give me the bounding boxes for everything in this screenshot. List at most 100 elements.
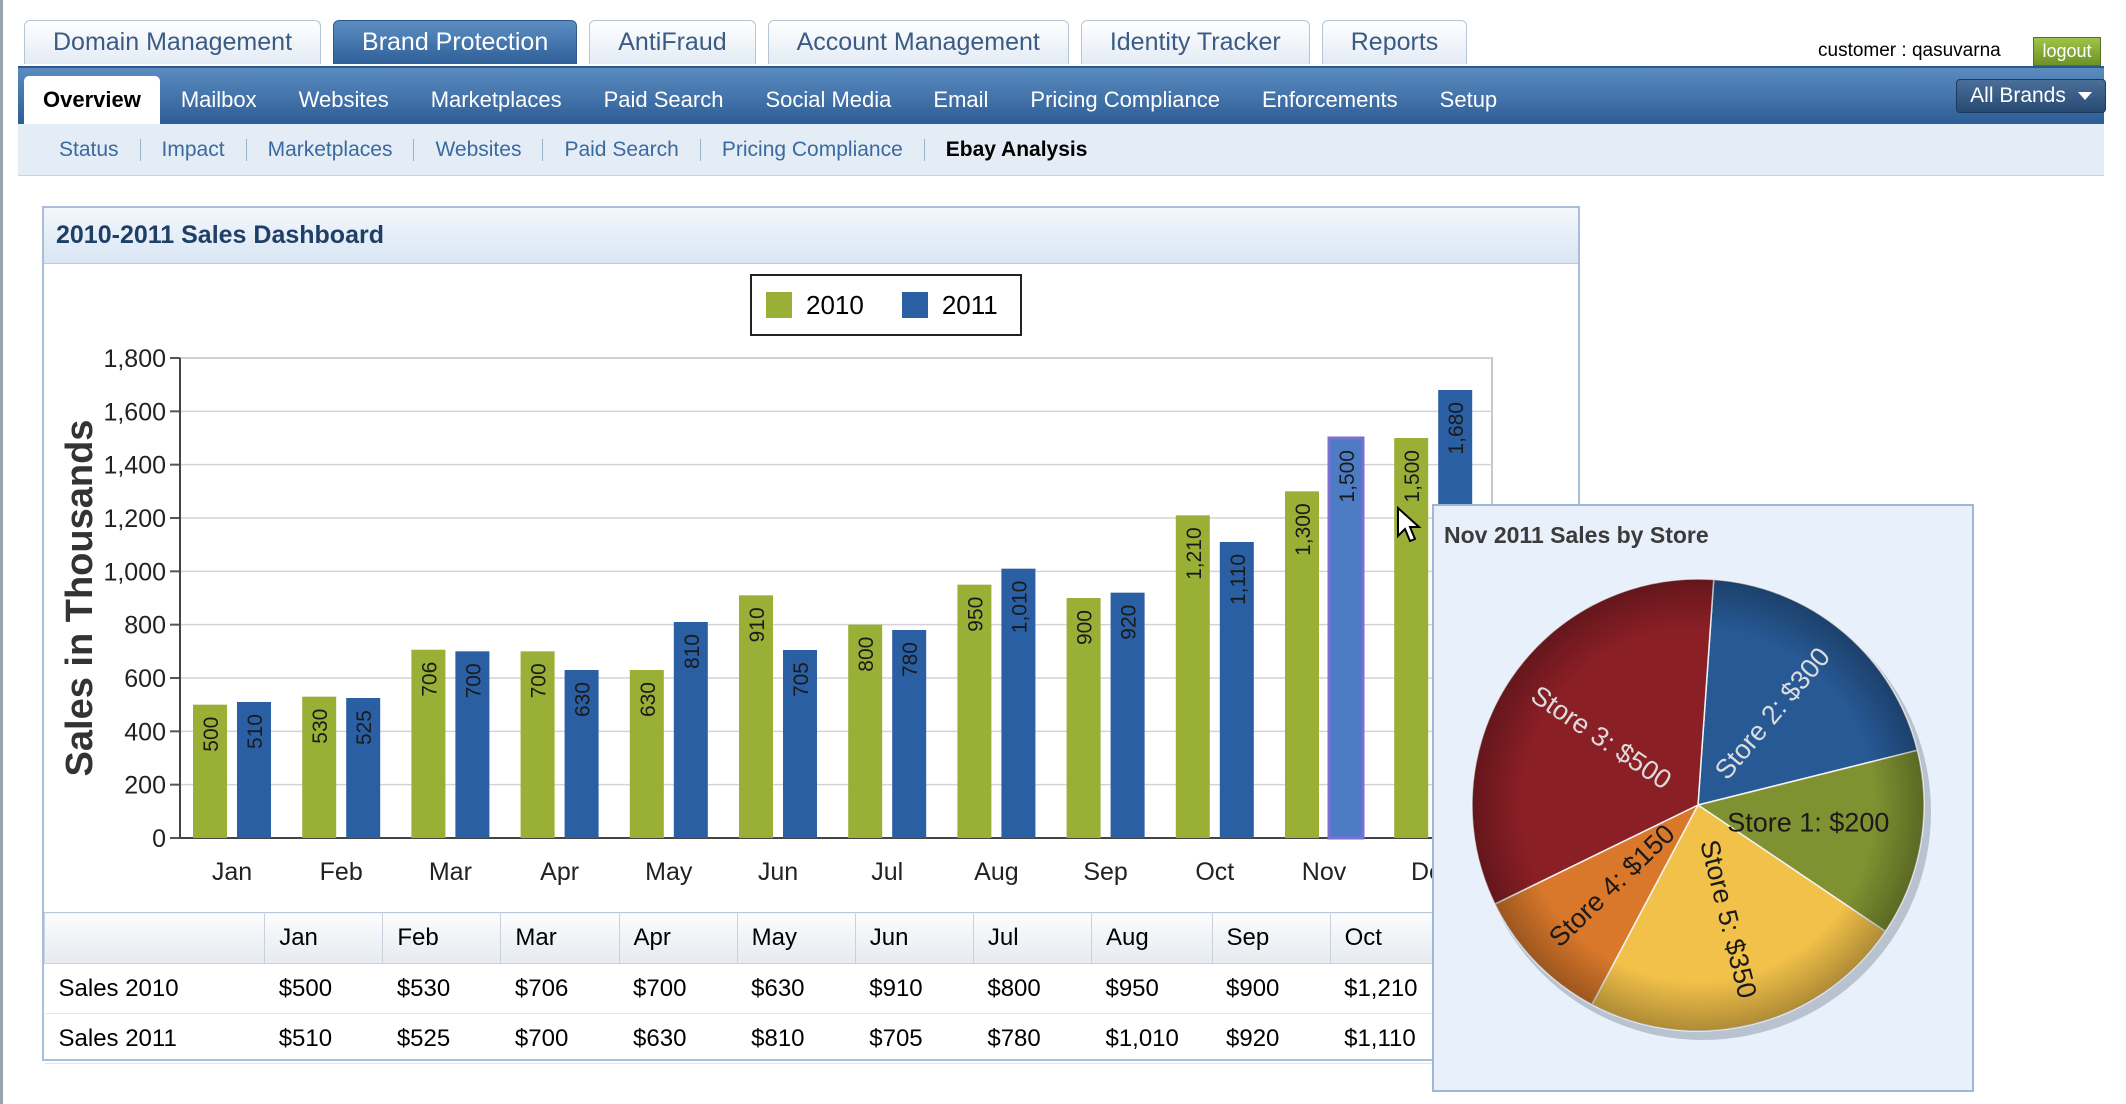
bar-value-label: 910: [746, 607, 769, 642]
nav-item-enforcements[interactable]: Enforcements: [1241, 76, 1419, 124]
top-tab-brand-protection[interactable]: Brand Protection: [333, 20, 578, 64]
bar-value-label: 1,500: [1401, 450, 1424, 503]
nav-item-social-media[interactable]: Social Media: [744, 76, 912, 124]
top-tab-identity-tracker[interactable]: Identity Tracker: [1080, 20, 1310, 64]
y-tick-label: 1,000: [103, 558, 166, 586]
table-cell: $800: [973, 963, 1092, 1014]
table-header-jul: Jul: [972, 912, 1092, 964]
x-tick-label: May: [645, 858, 693, 886]
bar-value-label: 900: [1074, 610, 1097, 645]
table-cell: $630: [737, 963, 856, 1014]
y-tick-label: 200: [124, 772, 166, 800]
table-header-may: May: [736, 912, 856, 964]
bar-chart: 0 200 400 600 800 1,000 1,200 1,400 1,600 1,800 Sa…: [59, 345, 1493, 886]
x-tick-label: Apr: [540, 858, 579, 886]
top-tab-antifraud[interactable]: AntiFraud: [589, 20, 756, 64]
pie-edge-shade: [1472, 579, 1924, 1031]
mouse-pointer-icon: [1397, 506, 1422, 543]
pie-slice-label: Store 1: $200: [1727, 808, 1889, 838]
x-tick-label: Jul: [871, 858, 903, 886]
x-tick-label: Oct: [1195, 858, 1234, 886]
bar-value-label: 500: [200, 717, 223, 752]
bar-value-label: 780: [899, 642, 922, 677]
window-border: [0, 0, 3, 1104]
table-cell: $706: [500, 963, 620, 1014]
bar-value-label: 510: [244, 714, 267, 749]
x-tick-label: Sep: [1083, 858, 1127, 886]
table-cell: $810: [737, 1013, 856, 1064]
table-header-aug: Aug: [1090, 912, 1213, 964]
bar-value-label: 950: [964, 597, 987, 632]
nav-item-paid-search[interactable]: Paid Search: [583, 76, 745, 124]
all-brands-dropdown[interactable]: All Brands: [1956, 79, 2106, 113]
bar-value-label: 920: [1118, 605, 1141, 640]
y-axis-title: Sales in Thousands: [59, 420, 101, 777]
nav-item-marketplaces[interactable]: Marketplaces: [410, 76, 583, 124]
table-cell: $500: [264, 963, 383, 1014]
nav-item-overview[interactable]: Overview: [24, 76, 160, 124]
top-tab-account-management[interactable]: Account Management: [767, 20, 1069, 64]
bar-value-label: 700: [528, 663, 551, 698]
table-cell: $950: [1091, 963, 1212, 1014]
bar-value-label: 800: [855, 637, 878, 672]
table-header-jan: Jan: [264, 912, 384, 964]
top-tab-domain-management[interactable]: Domain Management: [24, 20, 322, 64]
bar-value-label: 700: [462, 663, 485, 698]
top-tab-reports[interactable]: Reports: [1321, 20, 1468, 64]
x-tick-label: Nov: [1302, 858, 1347, 886]
y-tick-label: 1,400: [103, 452, 166, 480]
x-tick-label: Feb: [320, 858, 363, 886]
bar-value-label: 706: [418, 662, 441, 697]
x-tick-label: Aug: [974, 858, 1018, 886]
y-tick-label: 600: [124, 665, 166, 693]
bar-value-label: 1,300: [1292, 503, 1315, 556]
sub-nav: Status Impact Marketplaces Websites Paid Sea…: [18, 124, 2104, 176]
bar-value-label: 530: [309, 709, 332, 744]
bar-value-label: 705: [790, 662, 813, 697]
table-header-jun: Jun: [854, 912, 974, 964]
table-cell: $700: [619, 963, 738, 1014]
bar-value-label: 630: [572, 682, 595, 717]
table-cell: $705: [855, 1013, 974, 1064]
table-cell: $530: [382, 963, 501, 1014]
x-tick-label: Mar: [429, 858, 472, 886]
sub-nav-websites[interactable]: Websites: [414, 138, 542, 162]
customer-label: customer : qasuvarna: [1818, 40, 2001, 61]
nav-item-email[interactable]: Email: [912, 76, 1009, 124]
table-row: Sales 2010 $500 $530 $706 $700 $630 $910 $800 $9…: [44, 963, 1578, 1014]
table-header-feb: Feb: [382, 912, 502, 964]
sales-dashboard-panel: 2010-2011 Sales Dashboard 2010 2011 0 200…: [42, 206, 1580, 1064]
table-cell: $910: [855, 963, 974, 1014]
x-tick-label: Jun: [758, 858, 798, 886]
bar-value-label: 1,680: [1445, 402, 1468, 455]
bar-value-label: 1,500: [1336, 450, 1359, 503]
table-cell: Sales 2010: [44, 963, 265, 1014]
sub-nav-marketplaces[interactable]: Marketplaces: [247, 138, 414, 162]
bar-value-label: 525: [353, 710, 376, 745]
logout-button[interactable]: logout: [2033, 37, 2101, 66]
table-cell: $630: [619, 1013, 738, 1064]
nav-item-mailbox[interactable]: Mailbox: [160, 76, 278, 124]
table-header-sep: Sep: [1211, 912, 1331, 964]
y-tick-label: 400: [124, 718, 166, 746]
nav-item-setup[interactable]: Setup: [1419, 76, 1519, 124]
sub-nav-paid-search[interactable]: Paid Search: [543, 138, 699, 162]
nav-item-websites[interactable]: Websites: [278, 76, 410, 124]
table-row: Sales 2011 $510 $525 $700 $630 $810 $705 $780 $1…: [44, 1013, 1578, 1064]
y-tick-label: 1,800: [103, 345, 166, 373]
sub-nav-ebay-analysis[interactable]: Ebay Analysis: [925, 138, 1109, 162]
nav-item-pricing-compliance[interactable]: Pricing Compliance: [1009, 76, 1241, 124]
main-nav: Overview Mailbox Websites Marketplaces Paid …: [18, 66, 2106, 124]
all-brands-label: All Brands: [1970, 84, 2066, 107]
table-header-label: [43, 912, 266, 964]
y-tick-label: 800: [124, 612, 166, 640]
top-tab-bar: Domain Management Brand Protection AntiFra…: [24, 20, 1468, 66]
table-cell: $900: [1212, 963, 1331, 1014]
sub-nav-pricing-compliance[interactable]: Pricing Compliance: [701, 138, 924, 162]
sub-nav-impact[interactable]: Impact: [141, 138, 246, 162]
y-tick-label: 1,200: [103, 505, 166, 533]
bar-value-label: 1,010: [1008, 581, 1031, 634]
table-cell: $525: [382, 1013, 501, 1064]
pie-tooltip-popup: Nov 2011 Sales by Store Store 2: $300 Sto…: [1432, 504, 1974, 1092]
sub-nav-status[interactable]: Status: [38, 138, 140, 162]
